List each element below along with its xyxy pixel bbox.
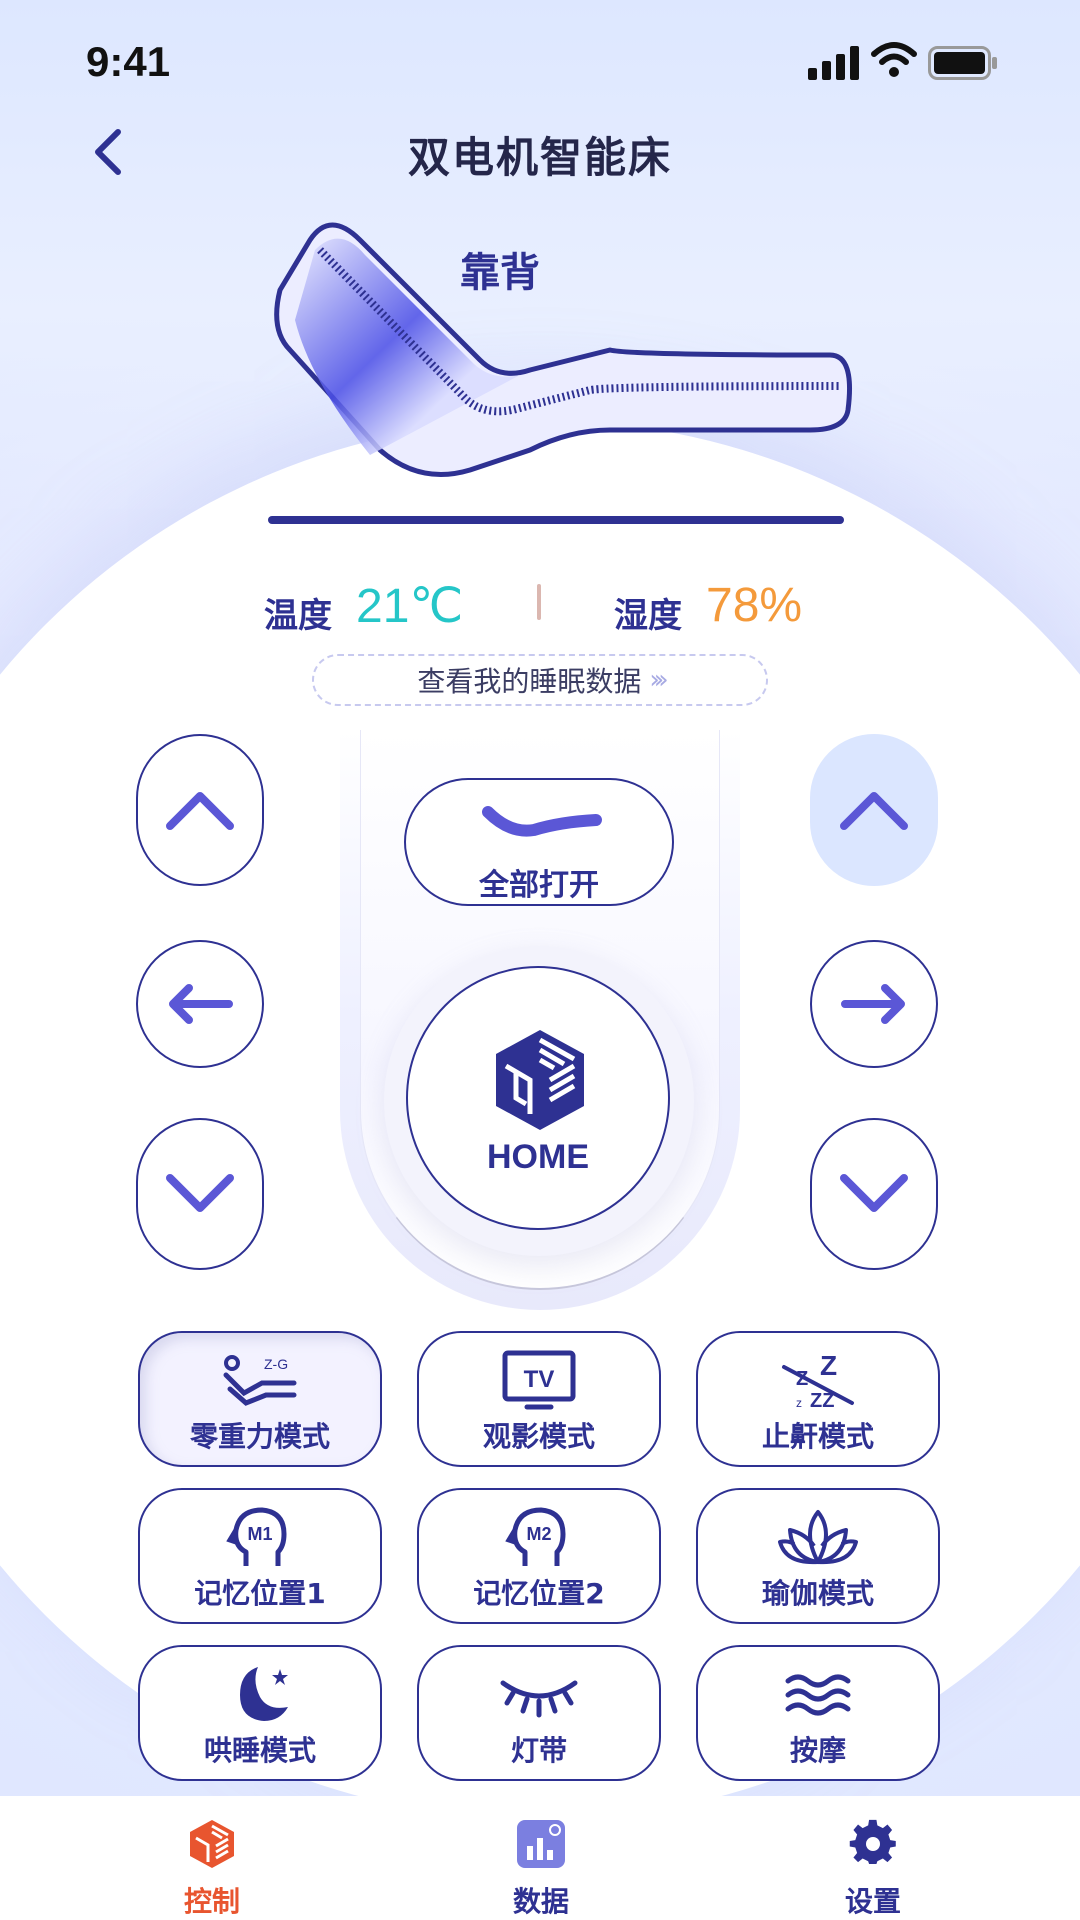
bottom-tab-bar: 控制 数据 设置 [0, 1796, 1080, 1920]
page-title: 双电机智能床 [407, 133, 672, 182]
lotus-icon [778, 1510, 858, 1565]
sleep-link-label: 查看我的睡眠数据 [417, 665, 642, 698]
bed-base-line [268, 516, 844, 524]
temperature-value: 21℃ [356, 580, 464, 633]
tab-control[interactable]: 控制 [132, 1796, 292, 1920]
left-down-button[interactable] [136, 1118, 264, 1270]
mode-label: 零重力模式 [189, 1420, 330, 1453]
bed-illustration [274, 222, 853, 477]
chevron-down-icon [166, 1174, 234, 1212]
mode-label: 观影模式 [482, 1420, 595, 1453]
tab-label: 控制 [183, 1885, 240, 1918]
wifi-icon [871, 42, 917, 77]
mode-label: 记忆位置2 [473, 1577, 605, 1610]
humidity-value: 78% [706, 579, 803, 632]
home-label: HOME [487, 1138, 589, 1176]
mode-theater-button[interactable]: TV 观影模式 [417, 1331, 661, 1467]
memory-2-tag: M2 [526, 1524, 551, 1544]
open-all-button[interactable]: 全部打开 [404, 778, 674, 906]
memory-2-icon: M2 [505, 1507, 566, 1566]
bed-section-label: 靠背 [460, 250, 540, 296]
right-right-button[interactable] [810, 940, 938, 1068]
status-bar: 9:41 [0, 0, 1080, 120]
arrow-left-icon [169, 984, 233, 1024]
view-sleep-data-link[interactable]: 查看我的睡眠数据 ››› [312, 654, 768, 706]
tv-tag: TV [524, 1366, 555, 1393]
right-down-button[interactable] [810, 1118, 938, 1270]
mode-anti-snore-button[interactable]: Z Z ZZ z 止鼾模式 [696, 1331, 940, 1467]
left-up-button[interactable] [136, 734, 264, 886]
svg-text:Z: Z [820, 1350, 837, 1381]
screen: 9:41 双电机智能床 靠背 温度 21℃ 湿度 78% 查看我的睡眠数据 ››… [0, 0, 1080, 1920]
control-icon [190, 1820, 234, 1868]
gear-icon [849, 1819, 896, 1864]
chevron-up-icon [166, 792, 234, 830]
svg-text:z: z [796, 1396, 802, 1410]
brand-cube-icon [496, 1030, 584, 1130]
tab-label: 数据 [512, 1885, 569, 1918]
mode-lull-sleep-button[interactable]: 哄睡模式 [138, 1645, 382, 1781]
status-time: 9:41 [86, 38, 171, 85]
chevron-down-icon [840, 1174, 908, 1212]
tab-label: 设置 [844, 1885, 901, 1918]
tv-icon: TV [502, 1350, 576, 1410]
mode-yoga-button[interactable]: 瑜伽模式 [696, 1488, 940, 1624]
temperature-label: 温度 [264, 596, 332, 636]
mode-label: 哄睡模式 [203, 1734, 316, 1767]
memory-1-icon: M1 [226, 1507, 287, 1566]
home-button[interactable]: HOME [406, 966, 670, 1230]
mode-memory-1-button[interactable]: M1 记忆位置1 [138, 1488, 382, 1624]
anti-snore-icon: Z Z ZZ z [782, 1350, 854, 1412]
humidity-label: 湿度 [614, 596, 682, 636]
mode-label: 记忆位置1 [194, 1577, 326, 1610]
mode-zero-gravity-button[interactable]: Z-G 零重力模式 [138, 1331, 382, 1467]
zero-gravity-tag: Z-G [264, 1356, 288, 1372]
moon-icon [240, 1667, 288, 1721]
mode-label: 瑜伽模式 [761, 1577, 874, 1610]
environment-divider [537, 584, 541, 620]
memory-1-tag: M1 [247, 1524, 272, 1544]
mode-label: 止鼾模式 [761, 1420, 874, 1453]
mode-memory-2-button[interactable]: M2 记忆位置2 [417, 1488, 661, 1624]
flat-bed-icon [482, 806, 602, 837]
mode-label: 灯带 [510, 1734, 567, 1767]
chevrons-right-icon: ››› [649, 665, 668, 695]
left-left-button[interactable] [136, 940, 264, 1068]
mode-label: 按摩 [789, 1734, 846, 1767]
waves-icon [785, 1674, 851, 1716]
arrow-right-icon [841, 984, 905, 1024]
zero-gravity-icon: Z-G [223, 1355, 297, 1406]
tab-settings[interactable]: 设置 [793, 1796, 953, 1920]
tab-data[interactable]: 数据 [461, 1796, 621, 1920]
chevron-up-icon [840, 792, 908, 830]
mode-massage-button[interactable]: 按摩 [696, 1645, 940, 1781]
eyelash-icon [500, 1680, 578, 1718]
battery-icon [928, 46, 997, 80]
cellular-signal-icon [808, 46, 859, 80]
mode-light-strip-button[interactable]: 灯带 [417, 1645, 661, 1781]
data-icon [517, 1820, 565, 1868]
right-up-button[interactable] [810, 734, 938, 886]
open-all-label: 全部打开 [479, 868, 599, 903]
